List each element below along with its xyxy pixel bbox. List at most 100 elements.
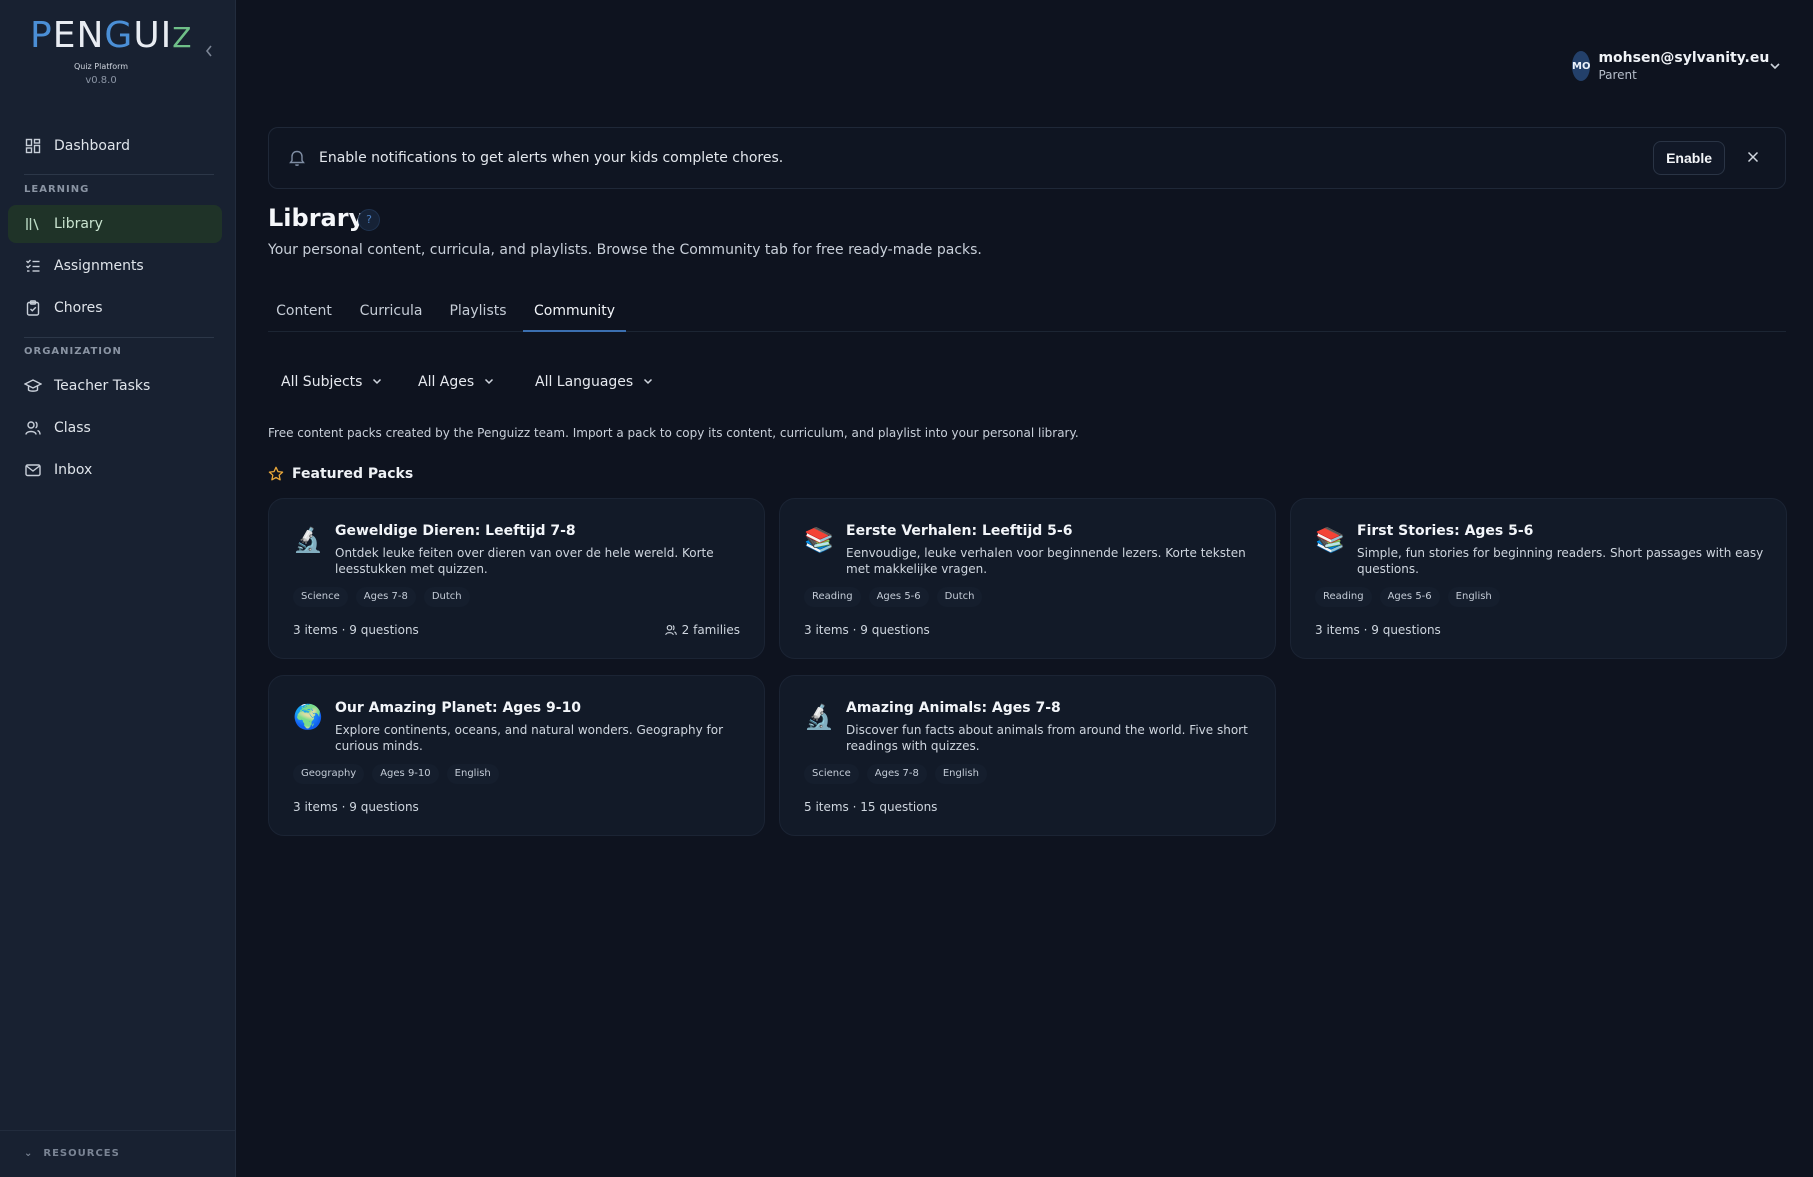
- language-tag: English: [934, 764, 987, 784]
- age-tag: Ages 9-10: [372, 764, 439, 784]
- pack-card[interactable]: 🔬 Amazing Animals: Ages 7-8 Discover fun…: [779, 675, 1276, 836]
- filter-label: All Subjects: [281, 374, 363, 390]
- pack-tags: Science Ages 7-8 Dutch: [293, 587, 478, 607]
- graduation-cap-icon: [24, 377, 42, 395]
- age-filter-select[interactable]: All Ages: [418, 370, 494, 394]
- community-intro-text: Free content packs created by the Pengui…: [268, 426, 1079, 440]
- chevron-down-icon: [484, 377, 494, 388]
- sidebar: PENGUIZ Quiz Platform v0.8.0 Dashboard L…: [0, 0, 236, 1177]
- pack-meta: 3 items · 9 questions: [804, 623, 930, 637]
- pack-description: Explore continents, oceans, and natural …: [335, 723, 724, 753]
- sidebar-item-library[interactable]: Library: [8, 205, 222, 243]
- sidebar-item-label: Chores: [54, 300, 103, 316]
- user-email: mohsen@sylvanity.eu: [1598, 50, 1770, 66]
- tab-curricula[interactable]: Curricula: [352, 294, 430, 332]
- sidebar-item-chores[interactable]: Chores: [8, 289, 222, 327]
- subject-tag: Geography: [293, 764, 365, 784]
- logo-wordmark: PENGUIZ: [30, 15, 193, 56]
- language-tag: English: [1447, 587, 1500, 607]
- pack-meta: 3 items · 9 questions: [1315, 623, 1441, 637]
- pack-title: First Stories: Ages 5-6: [1357, 523, 1534, 539]
- nav-section-organization: ORGANIZATION: [24, 346, 122, 357]
- sidebar-divider: [0, 1130, 236, 1131]
- pack-title: Our Amazing Planet: Ages 9-10: [335, 700, 582, 716]
- library-icon: [24, 215, 42, 233]
- language-tag: Dutch: [423, 587, 470, 607]
- bell-icon: [287, 148, 307, 168]
- dashboard-icon: [24, 137, 42, 155]
- tab-playlists[interactable]: Playlists: [442, 294, 514, 332]
- nav-divider: [24, 337, 214, 338]
- sidebar-item-dashboard[interactable]: Dashboard: [8, 127, 222, 165]
- library-tabs: Content Curricula Playlists Community: [268, 294, 1786, 332]
- sidebar-item-assignments[interactable]: Assignments: [8, 247, 222, 285]
- logo[interactable]: PENGUIZ Quiz Platform v0.8.0: [30, 14, 193, 86]
- sidebar-item-class[interactable]: Class: [8, 409, 222, 447]
- featured-packs-heading: Featured Packs: [268, 466, 413, 482]
- subject-tag: Reading: [804, 587, 861, 607]
- page-subtitle: Your personal content, curricula, and pl…: [268, 242, 982, 258]
- subject-tag: Science: [293, 587, 348, 607]
- collapse-sidebar-button[interactable]: [202, 44, 216, 62]
- pack-title: Amazing Animals: Ages 7-8: [846, 700, 1061, 716]
- sidebar-item-label: Inbox: [54, 462, 93, 478]
- close-icon[interactable]: [1743, 148, 1763, 168]
- clipboard-check-icon: [24, 299, 42, 317]
- pack-tags: Geography Ages 9-10 English: [293, 764, 507, 784]
- age-tag: Ages 5-6: [1379, 587, 1440, 607]
- sidebar-item-label: Teacher Tasks: [54, 378, 151, 394]
- list-checks-icon: [24, 257, 42, 275]
- tab-content[interactable]: Content: [268, 294, 340, 332]
- help-icon[interactable]: ?: [358, 209, 380, 231]
- banner-text: Enable notifications to get alerts when …: [319, 150, 784, 166]
- chevron-down-icon: [1769, 59, 1781, 73]
- resources-section-toggle[interactable]: ⌄ RESOURCES: [24, 1148, 120, 1159]
- user-menu[interactable]: MO mohsen@sylvanity.eu Parent: [1560, 42, 1782, 90]
- nav-section-learning: LEARNING: [24, 184, 90, 195]
- sidebar-item-label: Assignments: [54, 258, 144, 274]
- user-info: mohsen@sylvanity.eu Parent: [1598, 50, 1769, 82]
- sidebar-item-label: Dashboard: [54, 138, 130, 154]
- pack-families: 2 families: [664, 623, 740, 637]
- language-filter-select[interactable]: All Languages: [535, 370, 653, 394]
- sidebar-item-inbox[interactable]: Inbox: [8, 451, 222, 489]
- subject-tag: Reading: [1315, 587, 1372, 607]
- language-tag: English: [446, 764, 499, 784]
- enable-notifications-button[interactable]: Enable: [1653, 141, 1725, 175]
- sidebar-item-teacher-tasks[interactable]: Teacher Tasks: [8, 367, 222, 405]
- pack-description: Simple, fun stories for beginning reader…: [1357, 546, 1764, 576]
- pack-tags: Reading Ages 5-6 English: [1315, 587, 1508, 607]
- pack-card[interactable]: 🔬 Geweldige Dieren: Leeftijd 7-8 Ontdek …: [268, 498, 765, 659]
- chevron-down-icon: ⌄: [24, 1148, 34, 1159]
- featured-label: Featured Packs: [292, 466, 414, 482]
- resources-label: RESOURCES: [43, 1148, 120, 1159]
- subject-filter-select[interactable]: All Subjects: [281, 370, 382, 394]
- filter-label: All Languages: [535, 374, 634, 390]
- logo-subtitle: Quiz Platform: [73, 62, 129, 71]
- microscope-icon: 🔬: [804, 703, 834, 731]
- globe-icon: 🌍: [293, 703, 323, 731]
- pack-title: Eerste Verhalen: Leeftijd 5-6: [846, 523, 1073, 539]
- sidebar-item-label: Library: [54, 216, 103, 232]
- books-icon: 📚: [804, 526, 834, 554]
- avatar: MO: [1572, 51, 1591, 81]
- microscope-icon: 🔬: [293, 526, 323, 554]
- language-tag: Dutch: [936, 587, 983, 607]
- tab-community[interactable]: Community: [523, 294, 626, 332]
- pack-tags: Science Ages 7-8 English: [804, 764, 995, 784]
- pack-meta: 5 items · 15 questions: [804, 800, 938, 814]
- chevron-left-icon: [205, 45, 212, 57]
- pack-card[interactable]: 📚 Eerste Verhalen: Leeftijd 5-6 Eenvoudi…: [779, 498, 1276, 659]
- age-tag: Ages 5-6: [868, 587, 929, 607]
- filter-label: All Ages: [418, 374, 475, 390]
- page-title: Library: [268, 204, 365, 232]
- books-icon: 📚: [1315, 526, 1345, 554]
- mail-icon: [24, 461, 42, 479]
- app-version: v0.8.0: [85, 75, 117, 86]
- pack-meta: 3 items · 9 questions: [293, 623, 419, 637]
- age-tag: Ages 7-8: [866, 764, 927, 784]
- pack-meta: 3 items · 9 questions: [293, 800, 419, 814]
- pack-title: Geweldige Dieren: Leeftijd 7-8: [335, 523, 576, 539]
- pack-card[interactable]: 🌍 Our Amazing Planet: Ages 9-10 Explore …: [268, 675, 765, 836]
- pack-card[interactable]: 📚 First Stories: Ages 5-6 Simple, fun st…: [1290, 498, 1787, 659]
